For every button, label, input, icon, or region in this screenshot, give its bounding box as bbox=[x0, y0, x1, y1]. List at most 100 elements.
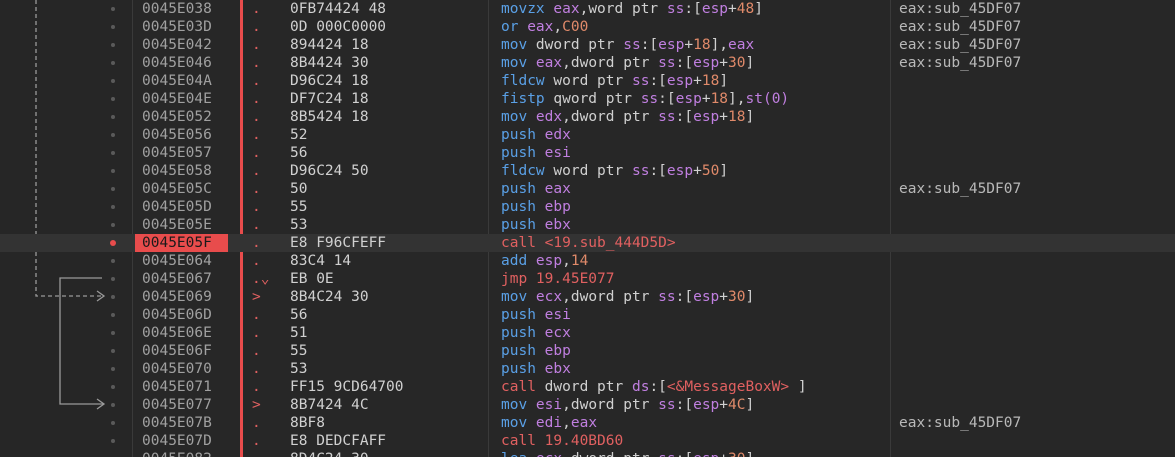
instruction-comment bbox=[899, 396, 1169, 414]
instruction-token: <&MessageBoxW> bbox=[666, 379, 790, 395]
instruction-token: + bbox=[693, 163, 702, 179]
instruction-row[interactable]: 0045E05E. 53 push ebx bbox=[0, 216, 1175, 234]
instruction-bytes: E8 DEDCFAFF bbox=[290, 433, 387, 449]
flow-marker: . bbox=[252, 73, 261, 89]
breakpoint-slot-icon[interactable] bbox=[111, 205, 115, 209]
instruction-row[interactable]: 0045E04E. DF7C24 18 fistp qword ptr ss:[es… bbox=[0, 90, 1175, 108]
disassembly-view[interactable]: 0045E038. 0FB74424 48 movzx eax,word ptr s… bbox=[0, 0, 1175, 457]
instruction-row[interactable]: 0045E06D. 56 push esi bbox=[0, 306, 1175, 324]
instruction-row[interactable]: 0045E070. 53 push ebx bbox=[0, 360, 1175, 378]
breakpoint-slot-icon[interactable] bbox=[111, 331, 115, 335]
instruction-token: push bbox=[501, 145, 545, 161]
instruction-row[interactable]: 0045E042. 894424 18 mov dword ptr ss:[esp+… bbox=[0, 36, 1175, 54]
breakpoint-slot-icon[interactable] bbox=[111, 97, 115, 101]
instruction-row[interactable]: 0045E05C. 50 push eax eax:sub_45DF07 bbox=[0, 180, 1175, 198]
breakpoint-slot-icon[interactable] bbox=[111, 367, 115, 371]
instruction-row[interactable]: 0045E06E. 51 push ecx bbox=[0, 324, 1175, 342]
instruction-row[interactable]: 0045E058. D96C24 50 fldcw word ptr ss:[esp… bbox=[0, 162, 1175, 180]
instruction-comment: eax:sub_45DF07 bbox=[899, 181, 1022, 197]
instruction-bytes: DF7C24 18 bbox=[290, 91, 369, 107]
instruction-row[interactable]: 0045E067 .⌄ EB 0E jmp 19.45E077 bbox=[0, 270, 1175, 288]
instruction-token: C00 bbox=[562, 19, 589, 35]
instruction-address: 0045E071 bbox=[142, 379, 212, 395]
breakpoint-slot-icon[interactable] bbox=[111, 7, 115, 11]
instruction-address: 0045E077 bbox=[142, 397, 212, 413]
instruction-row[interactable]: 0045E07B. 8BF8 mov edi,eax eax:sub_45DF07 bbox=[0, 414, 1175, 432]
breakpoint-slot-icon[interactable] bbox=[111, 79, 115, 83]
instruction-row[interactable]: 0045E057. 56 push esi bbox=[0, 144, 1175, 162]
breakpoint-slot-icon[interactable] bbox=[111, 385, 115, 389]
instruction-row[interactable]: 0045E071. FF15 9CD64700 call dword ptr ds:… bbox=[0, 378, 1175, 396]
instruction-row[interactable]: 0045E077 >8B7424 4C mov esi,dword ptr ss:[… bbox=[0, 396, 1175, 414]
instruction-row[interactable]: 0045E04A. D96C24 18 fldcw word ptr ss:[esp… bbox=[0, 72, 1175, 90]
instruction-token: ,word ptr bbox=[579, 1, 667, 17]
instruction-row[interactable]: 0045E046. 8B4424 30 mov eax,dword ptr ss:[… bbox=[0, 54, 1175, 72]
flow-marker: . bbox=[252, 19, 261, 35]
instruction-comment bbox=[899, 324, 1169, 342]
instruction-comment bbox=[899, 198, 1169, 216]
instruction-row[interactable]: 0045E06F. 55 push ebp bbox=[0, 342, 1175, 360]
breakpoint-icon[interactable] bbox=[110, 240, 116, 246]
breakpoint-slot-icon[interactable] bbox=[111, 277, 115, 281]
instruction-token: ecx bbox=[544, 325, 571, 341]
instruction-text: mov edx,dword ptr ss:[esp+18] bbox=[501, 108, 886, 126]
instruction-bytes: 8B4C24 30 bbox=[290, 289, 369, 305]
flow-marker: > bbox=[252, 289, 261, 305]
instruction-token: ss bbox=[623, 37, 641, 53]
instruction-token: mov bbox=[501, 37, 536, 53]
instruction-token: + bbox=[719, 289, 729, 305]
breakpoint-slot-icon[interactable] bbox=[111, 151, 115, 155]
instruction-row[interactable]: 0045E052. 8B5424 18 mov edx,dword ptr ss:[… bbox=[0, 108, 1175, 126]
breakpoint-slot-icon[interactable] bbox=[111, 421, 115, 425]
breakpoint-slot-icon[interactable] bbox=[111, 169, 115, 173]
breakpoint-slot-icon[interactable] bbox=[111, 403, 115, 407]
breakpoint-slot-icon[interactable] bbox=[111, 25, 115, 29]
instruction-row[interactable]: 0045E05F. E8 F96CFEFF call <19.sub_444D5D> bbox=[0, 234, 1175, 252]
instruction-token: ] bbox=[719, 73, 729, 89]
instruction-token: + bbox=[693, 73, 702, 89]
instruction-text: push eax bbox=[501, 180, 886, 198]
instruction-text: mov dword ptr ss:[esp+18],eax bbox=[501, 36, 886, 54]
instruction-row[interactable]: 0045E03D. 0D 000C0000 or eax,C00 eax:sub_45… bbox=[0, 18, 1175, 36]
instruction-token: call bbox=[501, 235, 545, 251]
instruction-row[interactable]: 0045E082. 8D4C24 30 lea ecx,dword ptr ss:[… bbox=[0, 450, 1175, 457]
instruction-token: ss bbox=[658, 451, 675, 457]
instruction-token: qword ptr bbox=[553, 91, 641, 107]
instruction-row[interactable]: 0045E056. 52 push edx bbox=[0, 126, 1175, 144]
instruction-address: 0045E067 bbox=[142, 271, 212, 287]
breakpoint-slot-icon[interactable] bbox=[111, 223, 115, 227]
flow-marker: . bbox=[252, 253, 261, 269]
instruction-token: esp bbox=[535, 253, 563, 269]
breakpoint-slot-icon[interactable] bbox=[111, 439, 115, 443]
breakpoint-slot-icon[interactable] bbox=[111, 295, 115, 299]
instruction-bytes: 56 bbox=[290, 307, 308, 323]
instruction-row[interactable]: 0045E064. 83C4 14 add esp,14 bbox=[0, 252, 1175, 270]
instruction-token: 18 bbox=[728, 109, 746, 125]
instruction-bytes: 0D 000C0000 bbox=[290, 19, 387, 35]
instruction-token: esp bbox=[693, 289, 720, 305]
breakpoint-slot-icon[interactable] bbox=[111, 133, 115, 137]
instruction-token: fistp bbox=[501, 91, 554, 107]
instruction-text: push esi bbox=[501, 144, 886, 162]
instruction-token: word ptr bbox=[553, 163, 632, 179]
breakpoint-slot-icon[interactable] bbox=[111, 43, 115, 47]
instruction-comment bbox=[899, 72, 1169, 90]
instruction-text: mov edi,eax bbox=[501, 414, 886, 432]
breakpoint-slot-icon[interactable] bbox=[111, 313, 115, 317]
breakpoint-slot-icon[interactable] bbox=[111, 187, 115, 191]
instruction-token: ,dword ptr bbox=[562, 55, 659, 71]
breakpoint-slot-icon[interactable] bbox=[111, 349, 115, 353]
breakpoint-slot-icon[interactable] bbox=[111, 115, 115, 119]
instruction-token: dword ptr bbox=[535, 37, 624, 53]
instruction-row[interactable]: 0045E038. 0FB74424 48 movzx eax,word ptr s… bbox=[0, 0, 1175, 18]
breakpoint-slot-icon[interactable] bbox=[111, 61, 115, 65]
instruction-row[interactable]: 0045E05D. 55 push ebp bbox=[0, 198, 1175, 216]
instruction-bytes: 51 bbox=[290, 325, 308, 341]
flow-marker: . bbox=[252, 217, 261, 233]
breakpoint-slot-icon[interactable] bbox=[111, 259, 115, 263]
instruction-row[interactable]: 0045E07D. E8 DEDCFAFF call 19.40BD60 bbox=[0, 432, 1175, 450]
instruction-row[interactable]: 0045E069 >8B4C24 30 mov ecx,dword ptr ss:[… bbox=[0, 288, 1175, 306]
instruction-token: ,dword ptr bbox=[562, 289, 659, 305]
instruction-token: ] bbox=[745, 109, 755, 125]
instruction-bytes: 8B5424 18 bbox=[290, 109, 369, 125]
